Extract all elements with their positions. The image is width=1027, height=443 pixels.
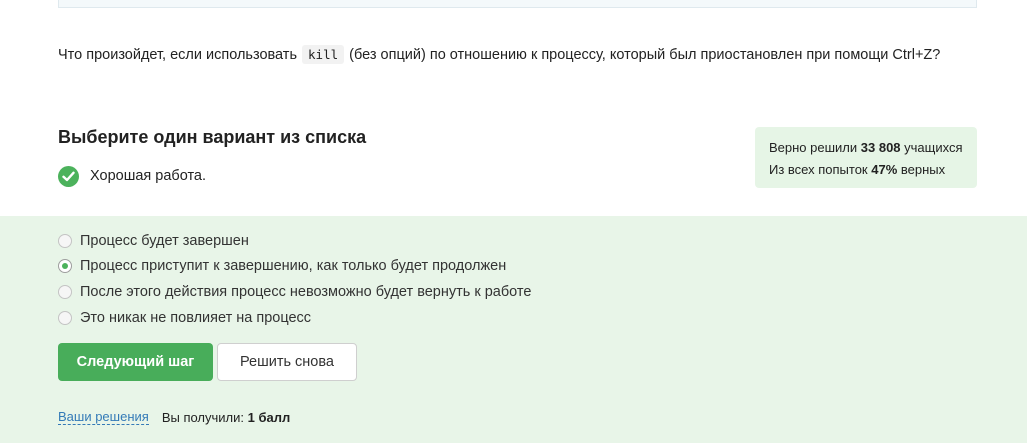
next-step-button[interactable]: Следующий шаг: [58, 343, 213, 381]
feedback-message: Хорошая работа.: [58, 165, 206, 187]
option-3[interactable]: После этого действия процесс невозможно …: [58, 282, 531, 302]
solved-stat: Верно решили 33 808 учащихся: [769, 140, 963, 155]
option-label: Процесс будет завершен: [80, 233, 249, 249]
option-2[interactable]: Процесс приступит к завершению, как толь…: [58, 256, 506, 276]
solve-again-button[interactable]: Решить снова: [217, 343, 357, 381]
stats-panel: Верно решили 33 808 учащихся Из всех поп…: [755, 127, 977, 188]
check-circle-icon: [58, 165, 79, 187]
previous-content-block: [58, 0, 977, 8]
option-1[interactable]: Процесс будет завершен: [58, 231, 249, 251]
option-label: Это никак не повлияет на процесс: [80, 310, 312, 326]
radio-dot-icon: [62, 263, 68, 269]
step-page: Что произойдет, если использовать kill (…: [0, 0, 1027, 443]
option-4[interactable]: Это никак не повлияет на процесс: [58, 308, 311, 328]
choose-title: Выберите один вариант из списка: [58, 127, 367, 147]
radio-button[interactable]: [58, 234, 72, 248]
attempts-stat: Из всех попыток 47% верных: [769, 162, 946, 177]
option-label: После этого действия процесс невозможно …: [80, 284, 532, 300]
score-value: 1 балл: [247, 409, 291, 425]
question-text-start: Что произойдет, если использовать: [58, 47, 302, 63]
feedback-text: Хорошая работа.: [90, 168, 207, 184]
question-text: Что произойдет, если использовать kill (…: [58, 44, 940, 66]
submission-footer: Ваши решения Вы получили: 1 балл: [58, 408, 290, 426]
solved-count: 33 808: [860, 140, 901, 155]
radio-button[interactable]: [58, 285, 72, 299]
radio-button[interactable]: [58, 311, 72, 325]
question-text-end: (без опций) по отношению к процессу, кот…: [345, 47, 941, 63]
score-text: Вы получили: 1 балл: [161, 409, 291, 425]
option-label: Процесс приступит к завершению, как толь…: [80, 258, 507, 274]
radio-button-selected[interactable]: [58, 259, 72, 273]
your-solutions-link[interactable]: Ваши решения: [58, 409, 149, 425]
inline-code: kill: [302, 45, 345, 64]
attempts-percent: 47%: [871, 162, 898, 177]
